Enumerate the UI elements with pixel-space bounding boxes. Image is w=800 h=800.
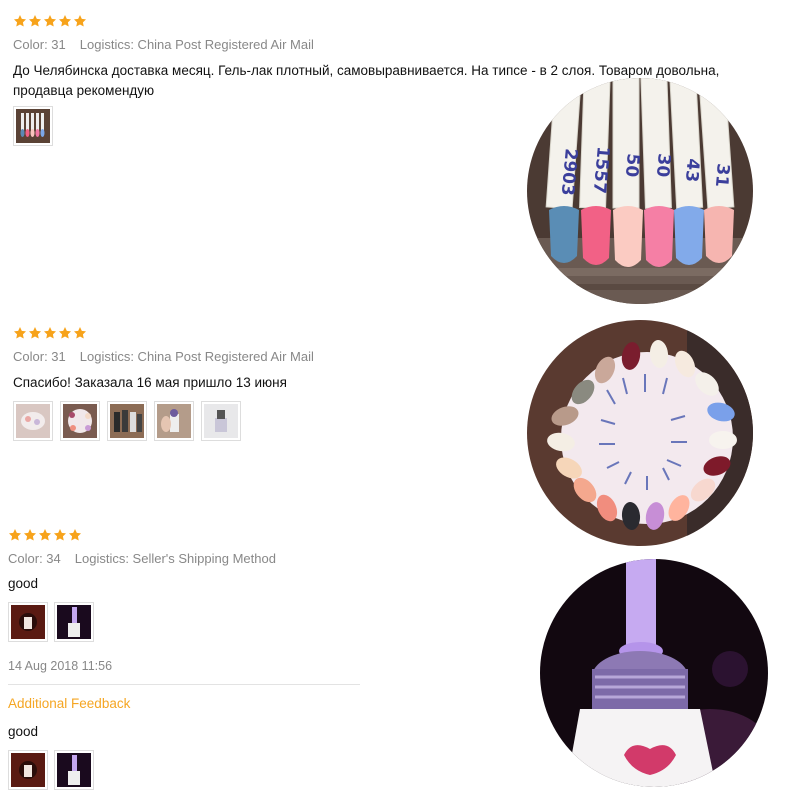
review-date: 14 Aug 2018 11:56 xyxy=(8,659,113,673)
bottles-photo xyxy=(110,404,144,438)
photo-thumbnails xyxy=(13,401,241,441)
nail-tips-photo: 2903 1557 50 30 43 31 xyxy=(527,78,753,304)
star-icon xyxy=(38,528,52,542)
hand-bottle-photo xyxy=(157,404,191,438)
photo-thumbnail[interactable] xyxy=(54,602,94,642)
review-meta: Color: 31 Logistics: China Post Registere… xyxy=(13,37,314,52)
star-icon xyxy=(53,528,67,542)
star-icon xyxy=(8,528,22,542)
rating-stars xyxy=(8,528,82,542)
star-icon xyxy=(23,528,37,542)
review-meta: Color: 31 Logistics: China Post Registere… xyxy=(13,349,314,364)
nail-tips-photo xyxy=(16,109,50,143)
photo-thumbnail[interactable] xyxy=(107,401,147,441)
review-text: Спасибо! Заказала 16 мая пришло 13 июня xyxy=(13,375,287,390)
photo-thumbnail[interactable] xyxy=(8,602,48,642)
tip-label: 50 xyxy=(621,153,643,178)
photo-thumbnails xyxy=(8,602,94,642)
star-icon xyxy=(73,326,87,340)
tip-label: 2903 xyxy=(557,148,581,197)
divider xyxy=(8,684,360,685)
photo-thumbnail[interactable] xyxy=(54,750,94,790)
additional-feedback-label: Additional Feedback xyxy=(8,696,131,711)
tip-label: 43 xyxy=(681,158,703,183)
rating-stars xyxy=(13,14,87,28)
color-info: Color: 31 xyxy=(13,349,66,364)
logistics-info: Logistics: China Post Registered Air Mai… xyxy=(79,37,314,52)
logistics-info: Logistics: Seller's Shipping Method xyxy=(74,551,276,566)
photo-thumbnail[interactable] xyxy=(201,401,241,441)
bottle-purple-photo xyxy=(57,605,91,639)
nail-wheel-photo xyxy=(63,404,97,438)
star-icon xyxy=(43,326,57,340)
star-icon xyxy=(13,14,27,28)
bottle-dark-photo xyxy=(11,753,45,787)
review-photo-large[interactable] xyxy=(527,320,753,546)
photo-thumbnail[interactable] xyxy=(13,106,53,146)
additional-photo-thumbnails xyxy=(8,750,94,790)
review-3: Color: 34 Logistics: Seller's Shipping Me… xyxy=(0,514,800,800)
additional-feedback-text: good xyxy=(8,724,39,739)
star-icon xyxy=(68,528,82,542)
photo-thumbnail[interactable] xyxy=(60,401,100,441)
photo-thumbnail[interactable] xyxy=(13,401,53,441)
bottle-purple-photo xyxy=(57,753,91,787)
star-icon xyxy=(28,14,42,28)
rating-stars xyxy=(13,326,87,340)
color-info: Color: 31 xyxy=(13,37,66,52)
tip-label: 30 xyxy=(652,153,674,178)
review-photo-large[interactable]: 2903 1557 50 30 43 31 xyxy=(527,78,753,304)
star-icon xyxy=(13,326,27,340)
nail-photo xyxy=(16,404,50,438)
nail-wheel-photo xyxy=(527,320,753,546)
review-text: good xyxy=(8,576,39,591)
bottle-dark-photo xyxy=(11,605,45,639)
star-icon xyxy=(73,14,87,28)
logistics-info: Logistics: China Post Registered Air Mai… xyxy=(79,349,314,364)
bottle-purple-photo xyxy=(540,559,768,787)
tip-label: 31 xyxy=(711,163,733,188)
review-1: Color: 31 Logistics: China Post Registere… xyxy=(0,0,800,310)
tip-label: 1557 xyxy=(589,146,613,195)
photo-thumbnails xyxy=(13,106,53,146)
star-icon xyxy=(28,326,42,340)
star-icon xyxy=(58,14,72,28)
photo-thumbnail[interactable] xyxy=(154,401,194,441)
photo-thumbnail[interactable] xyxy=(8,750,48,790)
review-photo-large[interactable] xyxy=(540,559,768,787)
bottle-photo xyxy=(204,404,238,438)
review-meta: Color: 34 Logistics: Seller's Shipping Me… xyxy=(8,551,276,566)
star-icon xyxy=(58,326,72,340)
color-info: Color: 34 xyxy=(8,551,61,566)
review-2: Color: 31 Logistics: China Post Registere… xyxy=(0,312,800,546)
star-icon xyxy=(43,14,57,28)
